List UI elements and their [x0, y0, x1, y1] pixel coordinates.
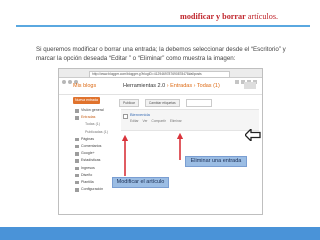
table-row[interactable]: Bienvenida Editar Ver Compartir Eliminar — [121, 109, 259, 131]
template-icon — [75, 180, 79, 185]
sidebar-item-label: Estadísticas — [81, 158, 101, 163]
earnings-icon — [75, 166, 79, 170]
slide-title: modificar y borrar artículos. — [180, 12, 320, 21]
sidebar-item-label: Publicadas (1) — [85, 129, 108, 134]
avatar[interactable] — [244, 82, 256, 89]
post-checkbox[interactable] — [123, 114, 128, 119]
sidebar-item[interactable]: Comentarios — [59, 143, 115, 150]
sidebar-item[interactable]: Entradas — [59, 114, 115, 121]
delete-callout: Eliminar una entrada — [185, 156, 247, 167]
view-link[interactable]: Ver — [143, 119, 148, 123]
sidebar-item-label: Todas (1) — [85, 122, 100, 127]
sidebar-item-label: Páginas — [81, 136, 94, 141]
title-bold: modificar y borrar — [180, 12, 246, 21]
sidebar-item-label: Google+ — [81, 151, 95, 156]
sidebar-item-label: Entradas — [81, 115, 96, 120]
sidebar-item-label: Ingresos — [81, 165, 95, 170]
sidebar-item[interactable]: Páginas — [59, 136, 115, 143]
search-input[interactable] — [185, 99, 212, 107]
blogger-screenshot: http://www.blogger.com/blogger.g?blogID=… — [58, 68, 263, 215]
sidebar-item-label: Visión general — [81, 108, 104, 112]
posts-icon — [75, 116, 79, 120]
browser-address-bar: http://www.blogger.com/blogger.g?blogID=… — [59, 69, 262, 84]
url-field[interactable]: http://www.blogger.com/blogger.g?blogID=… — [89, 70, 230, 78]
header-rule — [16, 25, 310, 27]
edit-callout: Modificar el artículo — [112, 177, 169, 188]
delete-link[interactable]: Eliminar — [170, 119, 182, 123]
footer-bar — [0, 227, 320, 240]
left-arrow-icon — [245, 129, 261, 141]
breadcrumb-path: › Entradas › Todas (1) — [166, 83, 220, 89]
title-rest: artículos. — [247, 12, 279, 21]
sidebar-item[interactable]: Estadísticas — [59, 157, 115, 164]
sidebar-item[interactable]: Diseño — [59, 172, 115, 179]
new-post-button[interactable]: Nueva entrada — [73, 97, 100, 104]
intro-text: Si queremos modificar o borrar una entra… — [36, 46, 286, 62]
sidebar-item[interactable]: Todas (1) — [59, 121, 115, 128]
sidebar-item[interactable]: Google+ — [59, 150, 115, 157]
edit-link[interactable]: Editar — [130, 119, 139, 123]
sidebar-item-label: Plantilla — [81, 179, 94, 184]
publish-button[interactable]: Publicar — [119, 99, 139, 107]
browser-nav-buttons[interactable] — [62, 71, 86, 84]
settings-icon — [75, 188, 79, 192]
labels-button[interactable]: Cambiar etiquetas — [144, 99, 180, 107]
posts-toolbar: Publicar Cambiar etiquetas — [119, 99, 249, 107]
breadcrumb: Herramientas 2.0 › Entradas › Todas (1) — [123, 83, 220, 89]
blogger-topbar: Mis blogs Herramientas 2.0 › Entradas › … — [59, 78, 262, 95]
pages-icon — [75, 137, 79, 142]
browser-tools[interactable] — [233, 71, 259, 84]
stats-icon — [75, 159, 79, 163]
sidebar-item[interactable]: Configuración — [59, 186, 115, 193]
sidebar-item[interactable]: Plantilla — [59, 179, 115, 186]
sidebar-item[interactable]: Ingresos — [59, 165, 115, 172]
blog-name[interactable]: Herramientas 2.0 — [123, 83, 165, 89]
post-title[interactable]: Bienvenida — [130, 112, 150, 117]
sidebar-item-label: Diseño — [81, 172, 93, 177]
sidebar-item-label: Comentarios — [81, 143, 102, 148]
share-link[interactable]: Compartir — [151, 119, 165, 123]
sidebar-item[interactable]: Visión general — [59, 107, 115, 114]
overview-icon — [75, 109, 79, 113]
layout-icon — [75, 173, 79, 178]
post-actions: Editar Ver Compartir Eliminar — [130, 119, 185, 123]
comments-icon — [75, 144, 79, 149]
sidebar-item[interactable]: Publicadas (1) — [59, 129, 115, 136]
google-plus-icon — [75, 152, 79, 156]
sidebar-item-label: Configuración — [81, 187, 104, 192]
my-blogs-link[interactable]: Mis blogs — [73, 83, 96, 89]
blogger-sidebar: Nueva entrada Visión general Entradas Toda… — [59, 97, 115, 193]
